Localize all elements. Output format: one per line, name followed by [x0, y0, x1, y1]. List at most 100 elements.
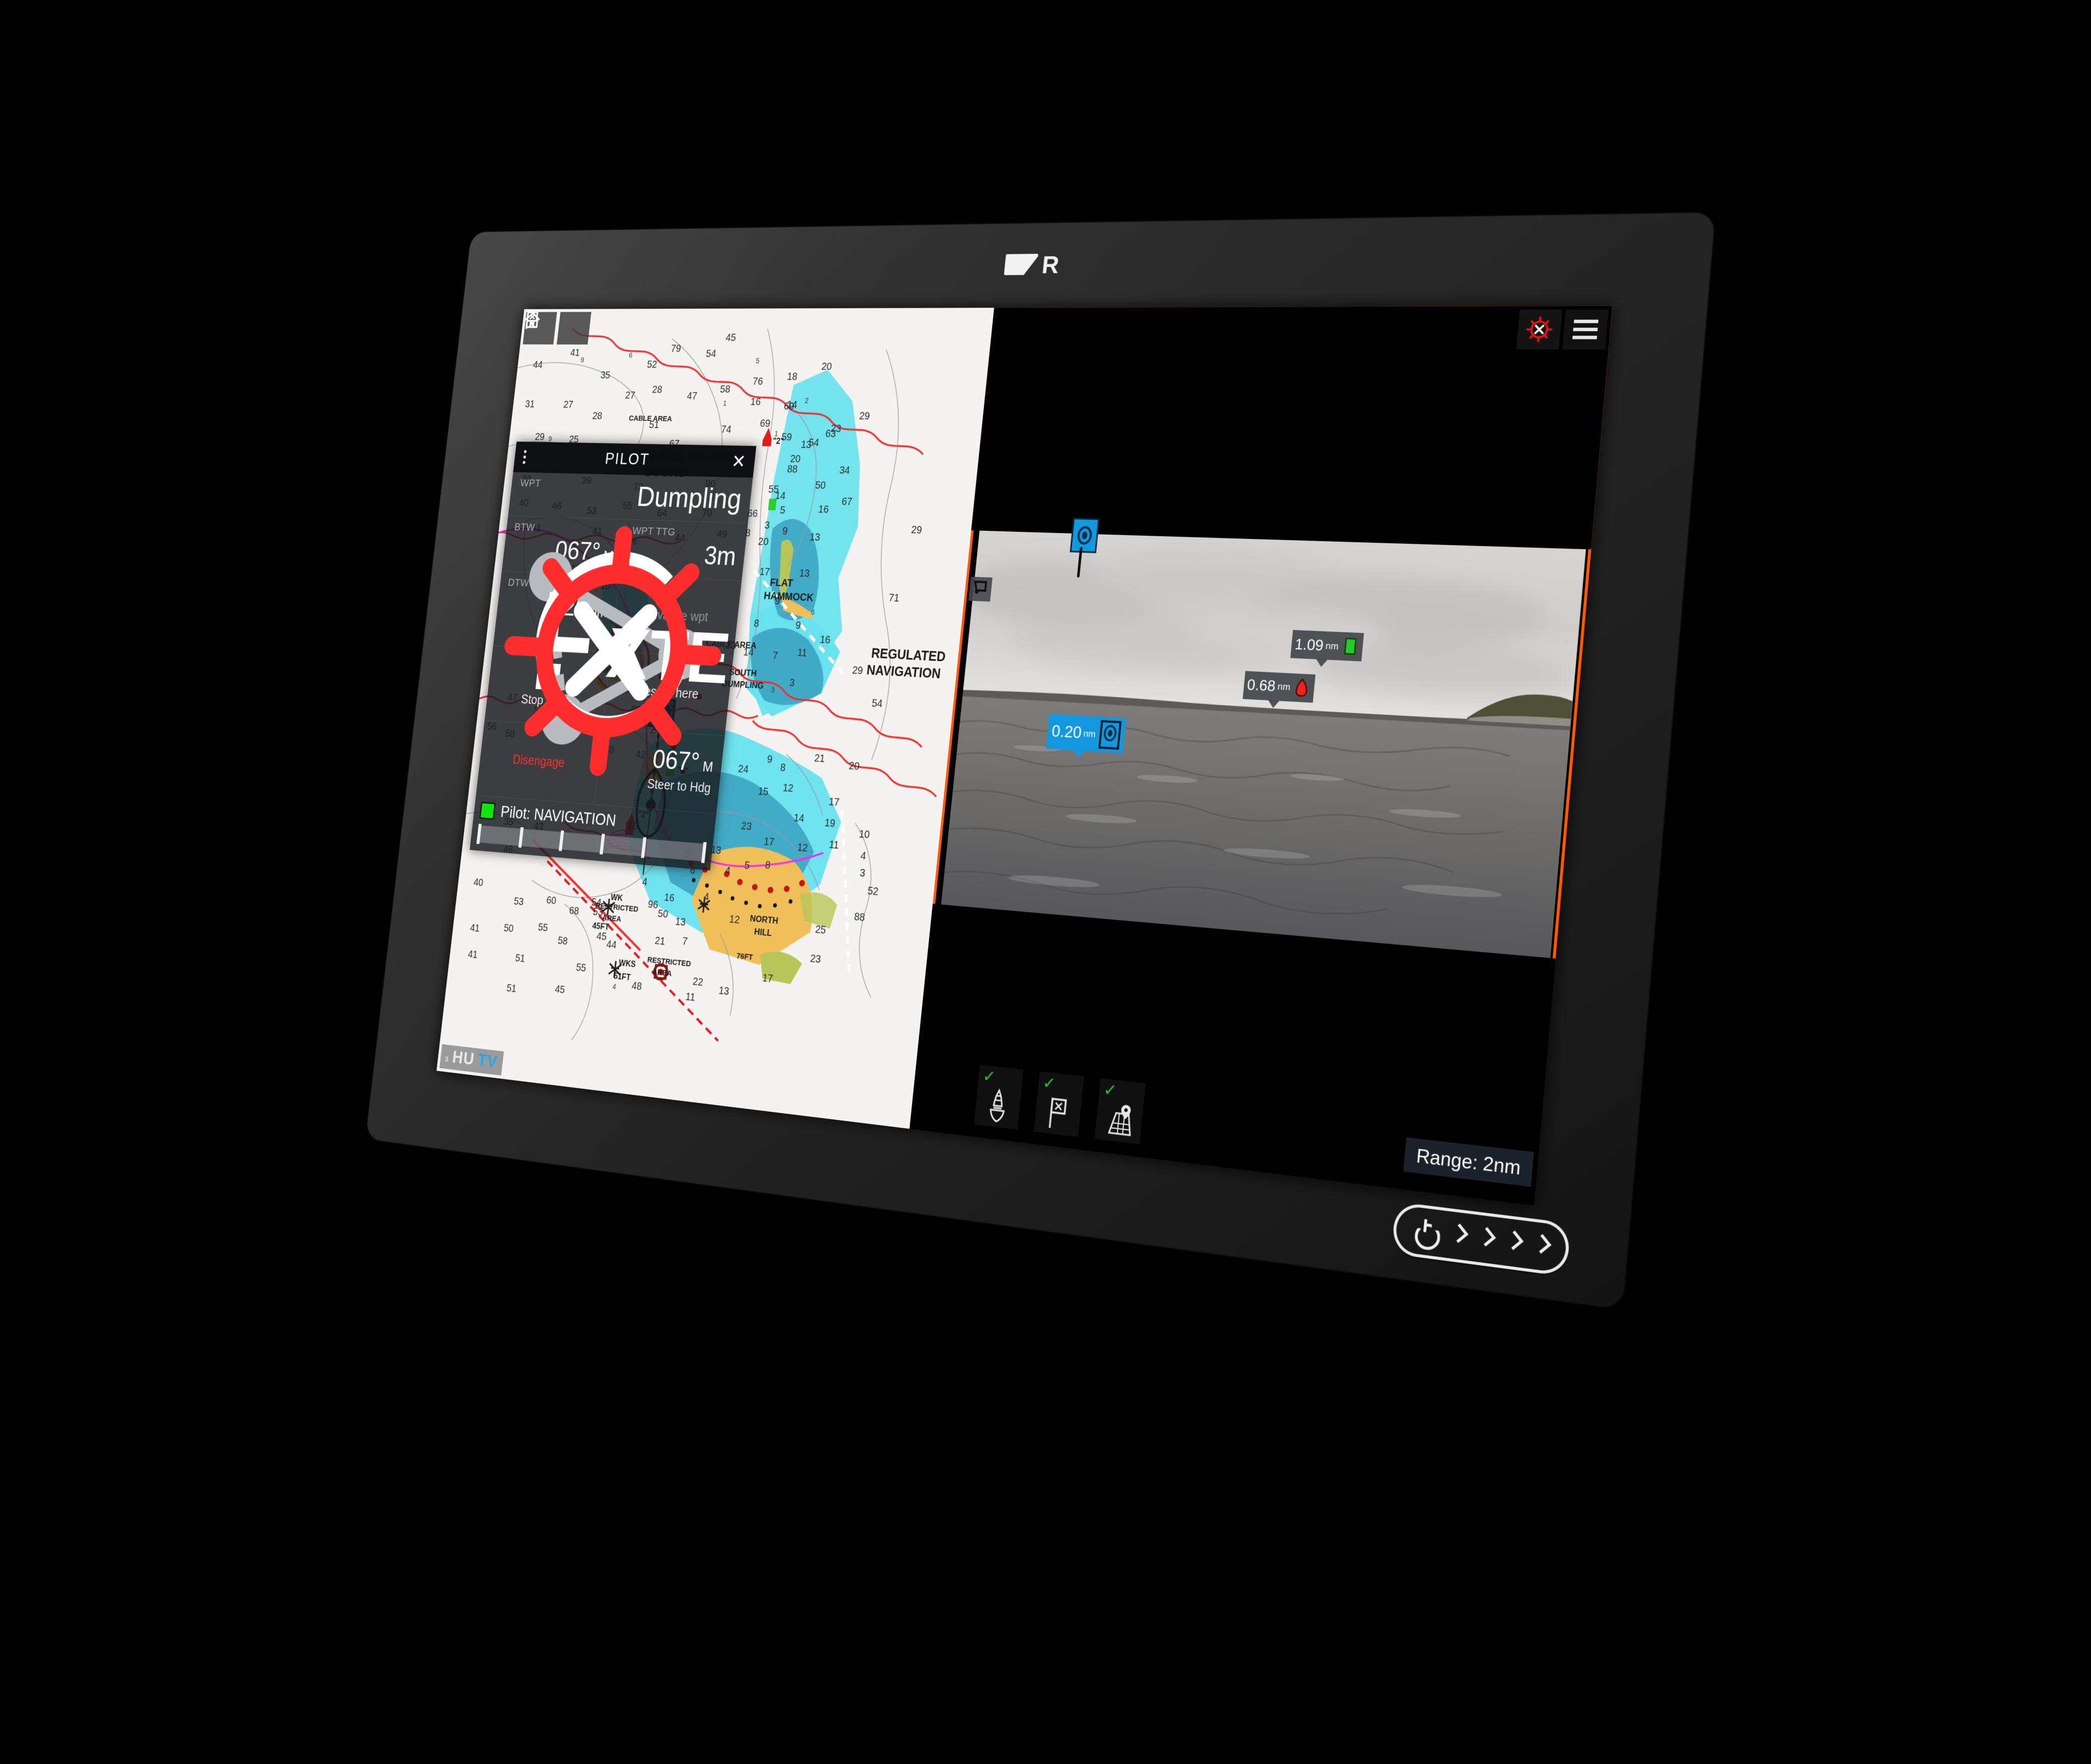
hamburger-icon	[1572, 320, 1599, 340]
svg-text:13: 13	[800, 439, 812, 451]
chevron-4-icon[interactable]	[1533, 1234, 1549, 1260]
svg-text:50: 50	[503, 923, 514, 935]
svg-text:14: 14	[774, 491, 786, 502]
pilot-panel[interactable]: PILOT ✕ WPT Dumpling BTW 067°M WPT TTG 3…	[469, 442, 756, 871]
watermark-pre: 3	[444, 1055, 449, 1064]
ar-waypoint-top[interactable]	[1069, 517, 1100, 578]
compass-tick-50: 50°	[1061, 1113, 1084, 1132]
svg-text:17: 17	[763, 836, 775, 849]
svg-text:41: 41	[469, 922, 480, 934]
power-icon[interactable]	[1412, 1218, 1438, 1246]
svg-text:45: 45	[596, 930, 607, 943]
compass-svg: 40° 50° 60° 70° 80°	[909, 1077, 1539, 1204]
svg-text:23: 23	[741, 820, 752, 833]
compass-tick-70: 70°	[1303, 1133, 1326, 1153]
range-indicator[interactable]: Range: 2nm	[1403, 1137, 1534, 1187]
chart-grid-pin-icon	[1103, 1104, 1135, 1140]
svg-text:11: 11	[685, 991, 696, 1003]
ar-bubble-020: 0.20 nm	[1046, 714, 1127, 754]
waypoint-mob-icon	[522, 309, 543, 331]
pilot-disengage-button[interactable]	[1516, 309, 1563, 350]
ar-unit-068: nm	[1277, 681, 1291, 693]
svg-text:51: 51	[506, 983, 517, 995]
svg-text:34: 34	[839, 465, 851, 476]
disengage-button[interactable]: Disengage	[476, 720, 602, 804]
svg-text:16: 16	[820, 634, 831, 646]
svg-text:16: 16	[750, 396, 761, 408]
compass-current-heading: 60°	[1130, 1108, 1170, 1141]
svg-text:12: 12	[729, 914, 740, 926]
svg-text:15: 15	[757, 786, 769, 798]
svg-text:20: 20	[757, 536, 769, 548]
svg-text:35: 35	[600, 370, 611, 381]
ar-label-068: 0.68	[1246, 676, 1276, 695]
svg-text:17: 17	[828, 797, 840, 809]
ar-marker-068[interactable]: 0.68 nm	[1243, 671, 1316, 703]
svg-text:54: 54	[591, 897, 602, 909]
screenshot-root: R 44 41 35 52 79 54 45 27 28 47 58 76 31…	[0, 0, 2091, 1764]
svg-text:17: 17	[762, 972, 773, 985]
ar-unit-109: nm	[1325, 640, 1340, 652]
check-icon: ✓	[1103, 1080, 1118, 1101]
svg-text:13: 13	[809, 532, 821, 543]
svg-text:50: 50	[815, 480, 826, 491]
svg-text:22: 22	[692, 976, 704, 989]
svg-text:51: 51	[515, 953, 525, 965]
svg-text:27: 27	[625, 390, 635, 401]
svg-text:50: 50	[657, 908, 669, 921]
svg-text:44: 44	[606, 939, 617, 951]
svg-text:52: 52	[646, 359, 657, 370]
camera-bottom-band	[909, 903, 1556, 1206]
chevron-1-icon[interactable]	[1450, 1223, 1465, 1248]
svg-text:88: 88	[787, 464, 798, 475]
compass-ribbon: 40° 50° 60° 70° 80°	[909, 1077, 1539, 1204]
watermark-tv: TV	[476, 1050, 499, 1072]
ar-chart-toggle[interactable]: ✓	[1095, 1078, 1146, 1144]
svg-text:58: 58	[557, 935, 568, 947]
chart-pane[interactable]: 44 41 35 52 79 54 45 27 28 47 58 76 31 27 28 51 74 6…	[436, 308, 994, 1129]
waypoint-button[interactable]	[557, 312, 591, 345]
svg-text:41: 41	[570, 347, 580, 358]
camera-toolbar[interactable]: ✓ ✓ ✓	[974, 1064, 1146, 1144]
watermark-hu: HU	[451, 1047, 476, 1069]
svg-text:79: 79	[670, 344, 681, 354]
svg-text:45: 45	[725, 333, 737, 344]
svg-text:88: 88	[853, 911, 865, 924]
ar-vessel-left[interactable]	[968, 577, 993, 602]
camera-top-buttons[interactable]	[1516, 309, 1609, 350]
svg-text:54: 54	[871, 698, 883, 710]
svg-text:20: 20	[848, 760, 860, 773]
vessel-icon	[971, 579, 990, 596]
helm-disengage-icon	[1523, 315, 1556, 345]
chart-toolbar[interactable]	[520, 309, 591, 345]
camera-menu-button[interactable]	[1562, 309, 1609, 350]
svg-text:54: 54	[706, 348, 717, 359]
ar-target-box-020	[1098, 720, 1122, 750]
ar-marker-109[interactable]: 1.09 nm	[1290, 630, 1364, 662]
svg-text:10: 10	[858, 829, 870, 841]
camera-ar-pane[interactable]: 40° 50° 60° 70° 80°	[909, 305, 1613, 1206]
ar-waypoints-toggle[interactable]: ✓	[1034, 1071, 1084, 1137]
camera-scene	[941, 530, 1586, 958]
chevron-2-icon[interactable]	[1477, 1227, 1494, 1252]
ar-bubble-068: 0.68 nm	[1243, 671, 1316, 703]
compass-tick-40: 40°	[985, 1107, 1007, 1126]
ar-stem	[1077, 547, 1083, 578]
svg-text:67: 67	[841, 496, 853, 507]
svg-text:21: 21	[814, 752, 826, 764]
ar-marker-020[interactable]: 0.20 nm	[1046, 714, 1127, 754]
power-button-bar[interactable]	[1391, 1202, 1571, 1277]
svg-text:16: 16	[818, 504, 829, 516]
svg-text:13: 13	[675, 916, 686, 929]
svg-text:76: 76	[752, 376, 763, 388]
svg-text:20: 20	[790, 454, 801, 465]
svg-text:12: 12	[782, 782, 793, 795]
svg-text:45: 45	[554, 984, 565, 996]
svg-text:55: 55	[537, 922, 548, 934]
chevron-3-icon[interactable]	[1505, 1230, 1521, 1256]
svg-text:25: 25	[815, 924, 827, 936]
ar-vessels-toggle[interactable]: ✓	[974, 1064, 1024, 1130]
svg-text:48: 48	[631, 980, 643, 993]
svg-text:29: 29	[859, 411, 870, 422]
svg-text:68: 68	[568, 905, 579, 917]
